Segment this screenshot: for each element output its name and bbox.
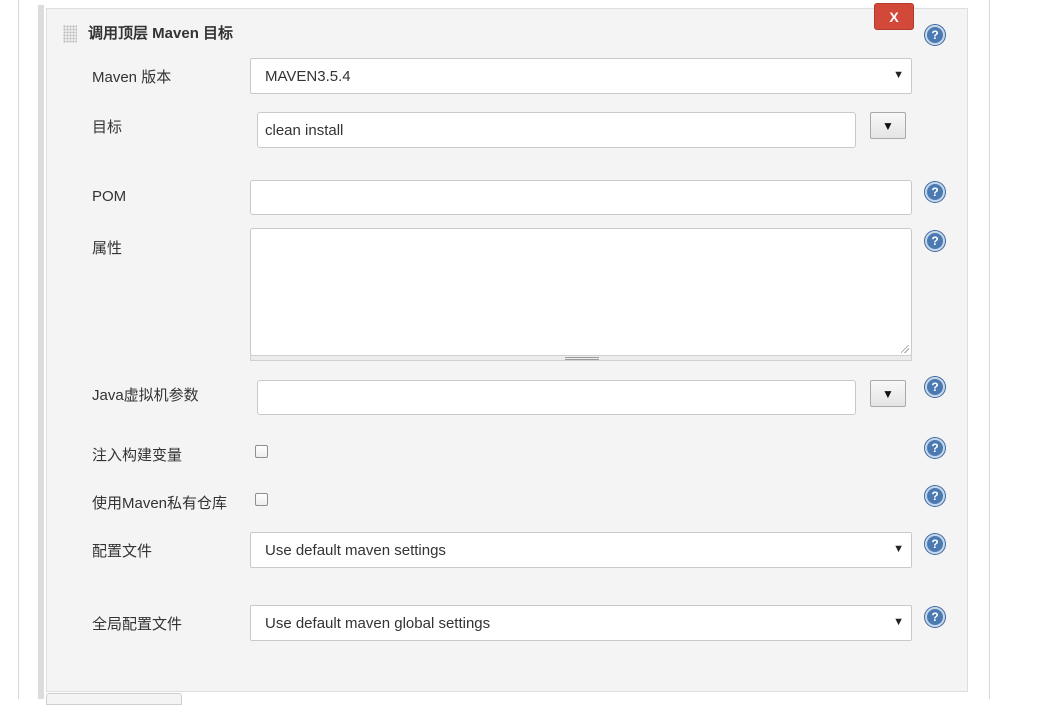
global-settings-file-value: Use default maven global settings: [265, 614, 491, 632]
inject-build-vars-label: 注入构建变量: [92, 447, 183, 464]
pom-label: POM: [92, 188, 127, 205]
expand-arrow-icon: ▼: [882, 118, 894, 133]
jvm-options-label: Java虚拟机参数: [92, 387, 199, 404]
help-icon-properties[interactable]: ?: [925, 231, 945, 251]
goals-value: clean install: [265, 121, 344, 139]
private-repo-label: 使用Maven私有仓库: [92, 495, 228, 512]
inject-build-vars-checkbox[interactable]: [255, 445, 268, 458]
expand-arrow-icon: ▼: [882, 386, 894, 401]
private-repo-checkbox[interactable]: [255, 493, 268, 506]
goals-input[interactable]: clean install: [257, 112, 856, 148]
help-icon-pom[interactable]: ?: [925, 182, 945, 202]
help-icon-section[interactable]: ?: [925, 25, 945, 45]
chevron-down-icon: ▼: [893, 543, 904, 555]
delete-step-button[interactable]: X: [874, 3, 914, 30]
help-icon-settings-file[interactable]: ?: [925, 534, 945, 554]
page-right-border: [989, 0, 990, 699]
maven-version-select[interactable]: MAVEN3.5.4 ▼: [250, 58, 912, 94]
page-left-border: [18, 0, 19, 699]
help-icon-private-repo[interactable]: ?: [925, 486, 945, 506]
maven-version-value: MAVEN3.5.4: [265, 67, 351, 85]
goals-label: 目标: [92, 119, 123, 136]
help-icon-global-settings-file[interactable]: ?: [925, 607, 945, 627]
properties-textarea[interactable]: [250, 228, 912, 356]
settings-file-label: 配置文件: [92, 543, 153, 560]
resize-handle-icon[interactable]: [901, 345, 909, 353]
settings-file-select[interactable]: Use default maven settings ▼: [250, 532, 912, 568]
properties-label: 属性: [92, 240, 123, 257]
maven-version-label: Maven 版本: [92, 69, 172, 86]
jvm-options-expand-button[interactable]: ▼: [870, 380, 906, 407]
settings-file-value: Use default maven settings: [265, 541, 446, 559]
next-step-tab: [46, 693, 182, 705]
help-icon-inject-build-vars[interactable]: ?: [925, 438, 945, 458]
pom-input[interactable]: [250, 180, 912, 215]
chevron-down-icon: ▼: [893, 616, 904, 628]
chevron-down-icon: ▼: [893, 69, 904, 81]
drag-handle-icon[interactable]: [63, 25, 77, 43]
global-settings-file-label: 全局配置文件: [92, 616, 183, 633]
textarea-expand-grip[interactable]: [250, 355, 912, 361]
global-settings-file-select[interactable]: Use default maven global settings ▼: [250, 605, 912, 641]
jvm-options-input[interactable]: [257, 380, 856, 415]
section-left-bar: [38, 5, 44, 699]
goals-expand-button[interactable]: ▼: [870, 112, 906, 139]
help-icon-jvm-options[interactable]: ?: [925, 377, 945, 397]
section-title: 调用顶层 Maven 目标: [88, 25, 234, 42]
